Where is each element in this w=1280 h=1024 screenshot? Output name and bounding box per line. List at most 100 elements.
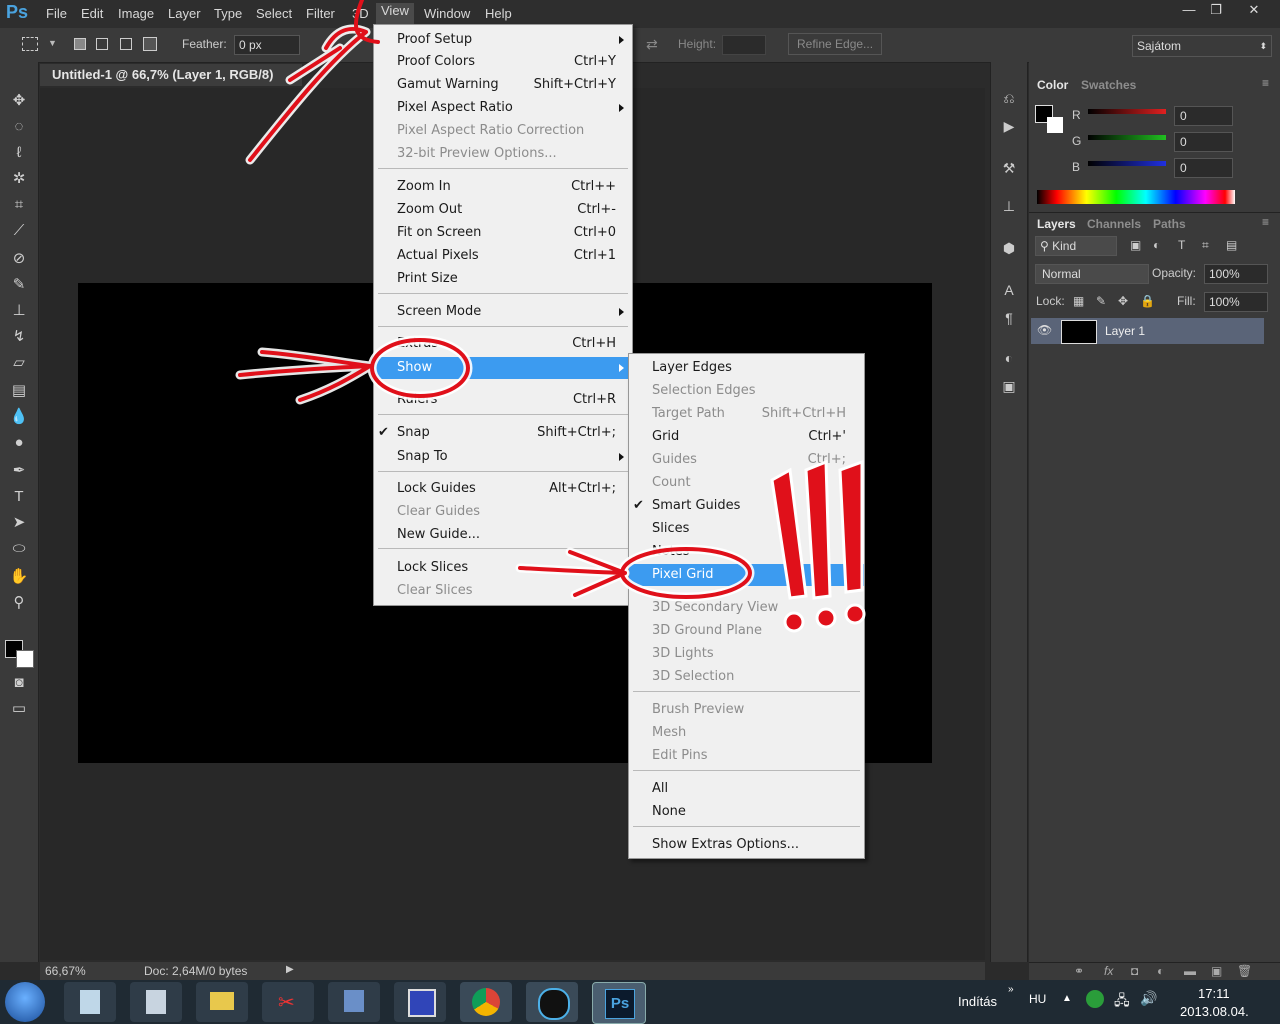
quick-mask-icon[interactable]: ◙ <box>8 672 30 694</box>
view-menu-item-actual-pixels[interactable]: Actual Pixels Ctrl+1 <box>374 245 632 267</box>
document-tab[interactable]: Untitled-1 @ 66,7% (Layer 1, RGB/8) <box>40 64 302 86</box>
taskbar-app-photoshop[interactable]: Ps <box>592 982 646 1024</box>
tab-color[interactable]: Color <box>1037 78 1068 92</box>
pixel-filter-icon[interactable]: ▣ <box>1130 238 1141 252</box>
view-menu-item-screen-mode[interactable]: Screen Mode <box>374 301 632 323</box>
network-icon[interactable]: 🖧 <box>1114 990 1130 1014</box>
view-menu-item-show[interactable]: Show <box>374 357 632 379</box>
tab-layers[interactable]: Layers <box>1037 217 1076 231</box>
tool-presets-icon[interactable]: ⚒ <box>999 158 1019 178</box>
menu-3d[interactable]: 3D <box>352 6 369 21</box>
menu-edit[interactable]: Edit <box>81 6 103 21</box>
adjustment-layer-icon[interactable]: ◐ <box>1157 964 1164 978</box>
taskbar-app-notes[interactable] <box>64 982 116 1022</box>
pen-icon[interactable]: ✒ <box>8 460 30 482</box>
ellipse-marquee-icon[interactable]: ◌ <box>8 116 30 138</box>
tray-up-icon[interactable]: ▲ <box>1062 993 1072 1004</box>
smart-object-filter-icon[interactable]: ▤ <box>1226 238 1237 252</box>
channel-r-slider[interactable] <box>1088 109 1166 114</box>
lasso-icon[interactable]: ℓ <box>8 142 30 164</box>
blend-mode-select[interactable]: Normal <box>1035 264 1149 284</box>
lock-position-icon[interactable]: ✥ <box>1118 294 1128 308</box>
background-color-swatch[interactable] <box>16 650 34 668</box>
chevron-down-icon[interactable]: ▼ <box>48 38 57 48</box>
view-menu-item-new-guide[interactable]: New Guide... <box>374 524 632 546</box>
tab-swatches[interactable]: Swatches <box>1081 78 1136 92</box>
add-selection-icon[interactable] <box>96 38 108 50</box>
layers-panel-menu-icon[interactable]: ≡ <box>1262 215 1269 229</box>
color-background-swatch[interactable] <box>1047 117 1063 133</box>
swap-icon[interactable]: ⇄ <box>646 36 658 53</box>
feather-input[interactable]: 0 px <box>234 35 300 55</box>
history-icon[interactable]: ⎌ <box>999 88 1019 108</box>
start-button[interactable] <box>5 982 45 1022</box>
layer-row[interactable]: 👁 Layer 1 <box>1031 318 1264 344</box>
fill-input[interactable]: 100% <box>1204 292 1268 312</box>
history-brush-icon[interactable]: ↯ <box>8 326 30 348</box>
marquee-tool-icon[interactable] <box>22 37 38 51</box>
taskbar-app-calculator[interactable] <box>130 982 182 1022</box>
view-menu-item-proof-setup[interactable]: Proof Setup <box>374 29 632 51</box>
menu-layer[interactable]: Layer <box>168 6 201 21</box>
view-menu-item-gamut-warning[interactable]: Gamut Warning Shift+Ctrl+Y <box>374 74 632 96</box>
show-menu-item-smart-guides[interactable]: ✔ Smart Guides <box>629 495 864 517</box>
tab-channels[interactable]: Channels <box>1087 217 1141 231</box>
menu-filter[interactable]: Filter <box>306 6 335 21</box>
eraser-icon[interactable]: ▱ <box>8 352 30 374</box>
shape-filter-icon[interactable]: ⌗ <box>1202 238 1209 253</box>
layer-name[interactable]: Layer 1 <box>1105 324 1145 338</box>
menu-type[interactable]: Type <box>214 6 242 21</box>
taskbar-language-label[interactable]: Indítás <box>958 994 997 1009</box>
restore-button[interactable]: ❐ <box>1204 2 1228 18</box>
intersect-selection-icon[interactable] <box>143 37 157 51</box>
menu-view[interactable]: View <box>376 3 414 25</box>
healing-brush-icon[interactable]: ⊘ <box>8 248 30 270</box>
dodge-icon[interactable]: ● <box>8 432 30 454</box>
view-menu-item-extras[interactable]: Extras Ctrl+H <box>374 333 632 355</box>
workspace-select[interactable]: Sajátom ⬍ <box>1132 35 1272 57</box>
filter-kind-select[interactable]: ⚲ Kind <box>1035 236 1117 256</box>
view-menu-item-lock-guides[interactable]: Lock Guides Alt+Ctrl+; <box>374 478 632 500</box>
type-icon[interactable]: T <box>8 486 30 508</box>
show-menu-item-pixel-grid[interactable]: Pixel Grid <box>629 564 864 586</box>
paragraph-icon[interactable]: ¶ <box>999 308 1019 328</box>
subtract-selection-icon[interactable] <box>120 38 132 50</box>
eye-icon[interactable]: 👁 <box>1037 323 1052 337</box>
taskbar-app-chrome[interactable] <box>460 982 512 1022</box>
fx-icon[interactable]: fx <box>1104 964 1113 978</box>
path-select-icon[interactable]: ➤ <box>8 512 30 534</box>
lock-pixels-icon[interactable]: ✎ <box>1096 294 1106 308</box>
locale-indicator[interactable]: HU <box>1029 992 1046 1006</box>
gradient-icon[interactable]: ▤ <box>8 380 30 402</box>
channel-b-value[interactable]: 0 <box>1174 158 1233 178</box>
view-menu-item-zoom-out[interactable]: Zoom Out Ctrl+- <box>374 199 632 221</box>
magic-wand-icon[interactable]: ✲ <box>8 168 30 190</box>
3d-icon[interactable]: ⬢ <box>999 238 1019 258</box>
opacity-input[interactable]: 100% <box>1204 264 1268 284</box>
group-icon[interactable]: ▬ <box>1184 964 1196 978</box>
view-menu-item-fit-on-screen[interactable]: Fit on Screen Ctrl+0 <box>374 222 632 244</box>
zoom-level[interactable]: 66,67% <box>45 964 86 978</box>
view-menu-item-print-size[interactable]: Print Size <box>374 268 632 290</box>
tray-app-icon[interactable] <box>1086 990 1104 1008</box>
new-selection-icon[interactable] <box>74 38 86 50</box>
show-menu-item-show-extras-options[interactable]: Show Extras Options... <box>629 834 864 856</box>
channel-r-value[interactable]: 0 <box>1174 106 1233 126</box>
view-menu-item-zoom-in[interactable]: Zoom In Ctrl++ <box>374 176 632 198</box>
styles-icon[interactable]: ▣ <box>999 376 1019 396</box>
taskbar-app-explorer[interactable] <box>196 982 248 1022</box>
taskbar-app-media[interactable] <box>526 982 578 1022</box>
ellipse-shape-icon[interactable]: ⬭ <box>8 538 30 560</box>
new-layer-icon[interactable]: ▣ <box>1211 964 1222 978</box>
type-filter-icon[interactable]: T <box>1178 238 1185 252</box>
panel-menu-icon[interactable]: ≡ <box>1262 76 1269 90</box>
menu-window[interactable]: Window <box>424 6 470 21</box>
tab-paths[interactable]: Paths <box>1153 217 1186 231</box>
hand-icon[interactable]: ✋ <box>8 566 30 588</box>
move-tool-icon[interactable]: ✥ <box>8 90 30 112</box>
height-input[interactable] <box>722 35 766 55</box>
trash-icon[interactable]: 🗑 <box>1237 964 1252 978</box>
link-icon[interactable]: ⚭ <box>1074 964 1084 978</box>
lock-all-icon[interactable]: 🔒 <box>1140 294 1155 308</box>
volume-icon[interactable]: 🔊 <box>1140 990 1157 1007</box>
